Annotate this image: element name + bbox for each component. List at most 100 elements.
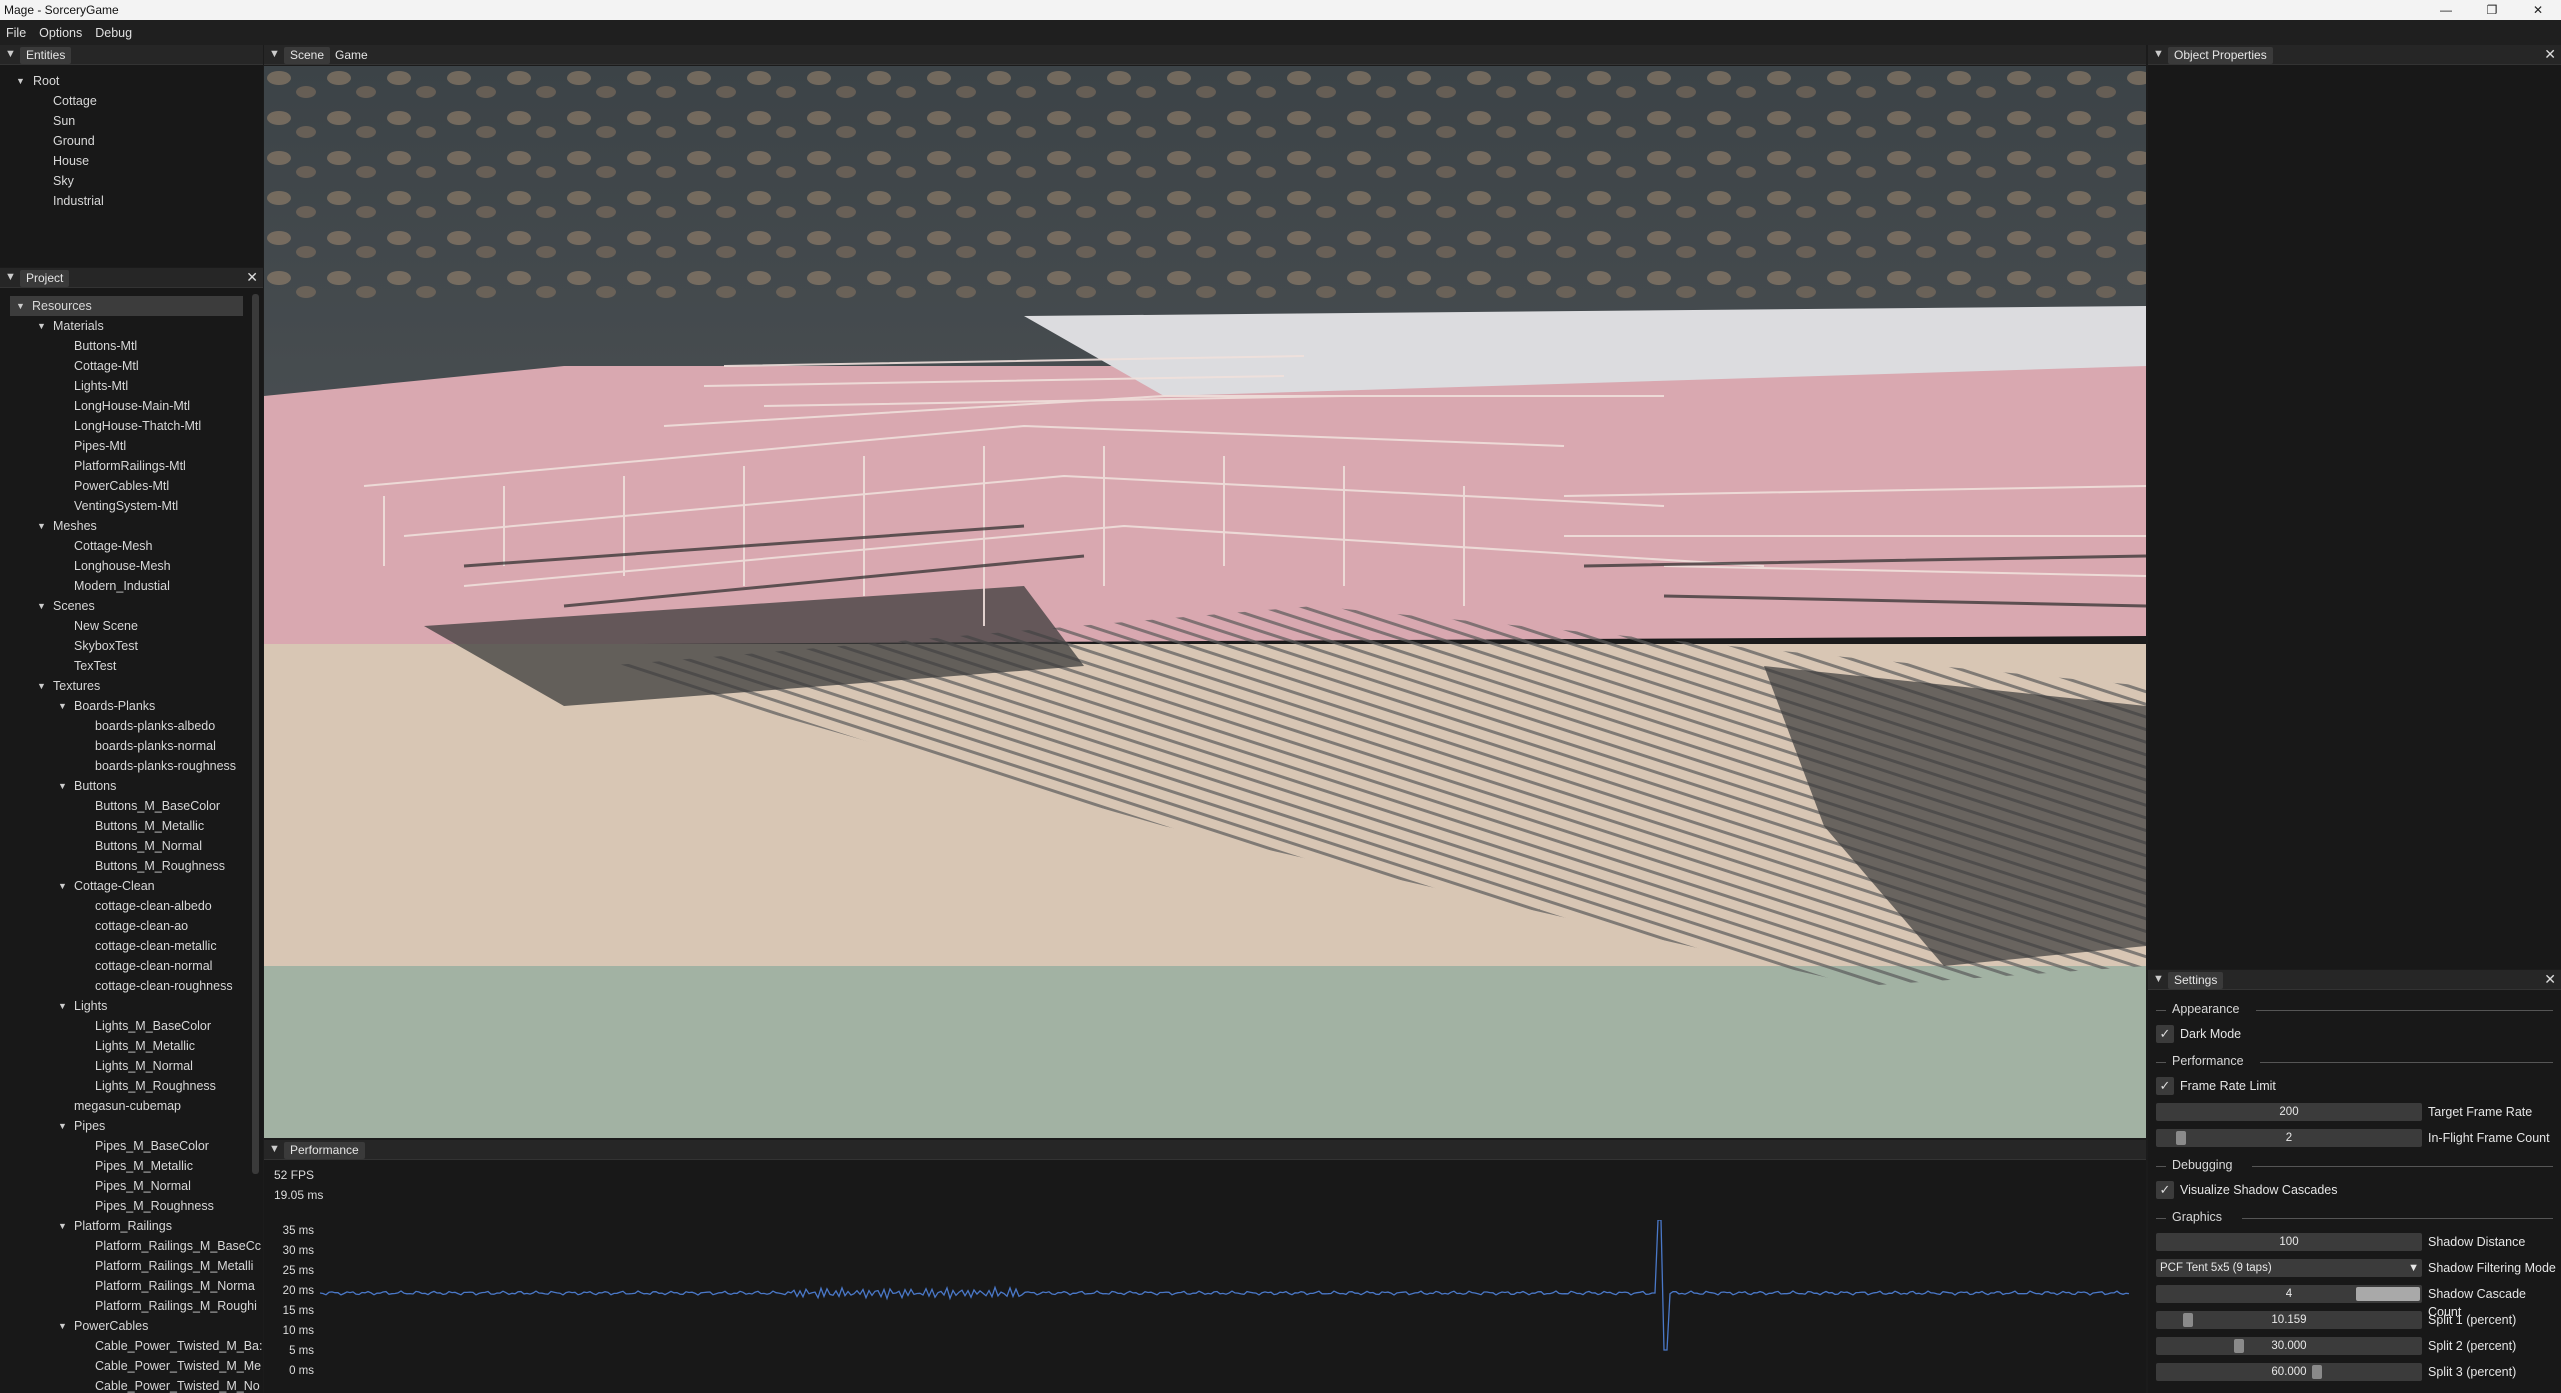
in-flight-frame-count-slider[interactable]: 2 [2156, 1129, 2422, 1147]
expand-arrow-icon[interactable]: ▼ [37, 516, 46, 536]
tree-folder[interactable]: ▼ Platform_Railings [0, 1216, 263, 1236]
tree-item[interactable]: LongHouse-Thatch-Mtl [0, 416, 263, 436]
entity-item[interactable]: House [0, 151, 263, 171]
panel-collapse-icon[interactable]: ▼ [2153, 48, 2164, 60]
tree-folder[interactable]: ▼ Boards-Planks [0, 696, 263, 716]
tree-item[interactable]: Platform_Railings_M_Roughi [0, 1296, 263, 1316]
shadow-cascade-count-slider[interactable]: 4 [2156, 1285, 2422, 1303]
tree-folder[interactable]: ▼ Meshes [0, 516, 263, 536]
tab-entities[interactable]: Entities [20, 47, 72, 64]
tree-folder[interactable]: ▼ Pipes [0, 1116, 263, 1136]
menu-options[interactable]: Options [39, 26, 82, 40]
shadow-distance-slider[interactable]: 100 [2156, 1233, 2422, 1251]
tree-item[interactable]: PlatformRailings-Mtl [0, 456, 263, 476]
tree-item[interactable]: Cottage-Mtl [0, 356, 263, 376]
panel-collapse-icon[interactable]: ▼ [2153, 973, 2164, 985]
tree-item[interactable]: Lights_M_BaseColor [0, 1016, 263, 1036]
target-frame-rate-slider[interactable]: 200 [2156, 1103, 2422, 1121]
tab-project[interactable]: Project [20, 270, 70, 287]
frame-rate-limit-checkbox[interactable]: ✓ [2156, 1077, 2174, 1095]
tree-item[interactable]: Pipes_M_Normal [0, 1176, 263, 1196]
tree-item[interactable]: Buttons_M_Normal [0, 836, 263, 856]
tree-item[interactable]: Pipes_M_BaseColor [0, 1136, 263, 1156]
tree-folder[interactable]: ▼ PowerCables [0, 1316, 263, 1336]
tab-settings[interactable]: Settings [2168, 972, 2224, 989]
tree-item[interactable]: Buttons_M_Roughness [0, 856, 263, 876]
expand-arrow-icon[interactable]: ▼ [58, 696, 67, 716]
tree-item[interactable]: Lights-Mtl [0, 376, 263, 396]
panel-collapse-icon[interactable]: ▼ [5, 271, 16, 283]
tree-item[interactable]: Lights_M_Roughness [0, 1076, 263, 1096]
tab-object-properties[interactable]: Object Properties [2168, 47, 2273, 64]
tree-item[interactable]: TexTest [0, 656, 263, 676]
close-icon[interactable]: ✕ [2544, 971, 2556, 988]
tree-item[interactable]: SkyboxTest [0, 636, 263, 656]
tree-item[interactable]: Cable_Power_Twisted_M_No [0, 1376, 263, 1393]
shadow-filtering-mode-select[interactable]: PCF Tent 5x5 (9 taps) ▼ [2156, 1259, 2422, 1277]
tree-item[interactable]: Modern_Industial [0, 576, 263, 596]
visualize-shadow-cascades-checkbox[interactable]: ✓ [2156, 1181, 2174, 1199]
tree-item[interactable]: cottage-clean-roughness [0, 976, 263, 996]
entity-item[interactable]: Industrial [0, 191, 263, 211]
tree-item[interactable]: megasun-cubemap [0, 1096, 263, 1116]
tree-folder[interactable]: ▼ Buttons [0, 776, 263, 796]
tab-scene[interactable]: Scene [284, 47, 331, 64]
tree-folder[interactable]: ▼ Scenes [0, 596, 263, 616]
tree-item[interactable]: cottage-clean-metallic [0, 936, 263, 956]
close-icon[interactable]: ✕ [2544, 46, 2556, 63]
expand-arrow-icon[interactable]: ▼ [58, 996, 67, 1016]
tree-item[interactable]: Cottage-Mesh [0, 536, 263, 556]
panel-collapse-icon[interactable]: ▼ [269, 1143, 280, 1155]
project-scrollbar[interactable] [252, 294, 259, 1174]
slider-grab[interactable] [2234, 1339, 2244, 1353]
chevron-down-icon[interactable]: ▼ [2408, 1259, 2419, 1277]
menu-debug[interactable]: Debug [95, 26, 132, 40]
slider-grab[interactable] [2356, 1287, 2420, 1301]
slider-grab[interactable] [2176, 1131, 2186, 1145]
tree-folder[interactable]: ▼ Materials [0, 316, 263, 336]
tree-item[interactable]: cottage-clean-ao [0, 916, 263, 936]
tree-item[interactable]: Cable_Power_Twisted_M_Me [0, 1356, 263, 1376]
tree-item[interactable]: Platform_Railings_M_BaseCc [0, 1236, 263, 1256]
tree-item[interactable]: Cable_Power_Twisted_M_Ba: [0, 1336, 263, 1356]
entity-item[interactable]: Ground [0, 131, 263, 151]
restore-icon[interactable]: ❐ [2469, 0, 2515, 20]
tab-performance[interactable]: Performance [284, 1142, 365, 1159]
tree-folder[interactable]: ▼ Resources [10, 296, 243, 316]
tree-item[interactable]: boards-planks-roughness [0, 756, 263, 776]
expand-arrow-icon[interactable]: ▼ [58, 776, 67, 796]
tree-item[interactable]: Longhouse-Mesh [0, 556, 263, 576]
tree-item[interactable]: LongHouse-Main-Mtl [0, 396, 263, 416]
panel-collapse-icon[interactable]: ▼ [269, 48, 280, 60]
minimize-icon[interactable]: — [2423, 0, 2469, 20]
tree-item[interactable]: New Scene [0, 616, 263, 636]
expand-arrow-icon[interactable]: ▼ [58, 1116, 67, 1136]
tree-item[interactable]: boards-planks-normal [0, 736, 263, 756]
split1-slider[interactable]: 10.159 [2156, 1311, 2422, 1329]
expand-arrow-icon[interactable]: ▼ [37, 316, 46, 336]
tree-item[interactable]: PowerCables-Mtl [0, 476, 263, 496]
tree-item[interactable]: Lights_M_Normal [0, 1056, 263, 1076]
tree-item[interactable]: Pipes-Mtl [0, 436, 263, 456]
expand-arrow-icon[interactable]: ▼ [58, 1316, 67, 1336]
tree-folder[interactable]: ▼ Cottage-Clean [0, 876, 263, 896]
expand-arrow-icon[interactable]: ▼ [37, 676, 46, 696]
slider-grab[interactable] [2183, 1313, 2193, 1327]
close-icon[interactable]: ✕ [246, 269, 258, 286]
close-window-icon[interactable]: ✕ [2515, 0, 2561, 20]
tree-item[interactable]: Pipes_M_Metallic [0, 1156, 263, 1176]
tab-game[interactable]: Game [329, 47, 374, 64]
entity-item[interactable]: Sky [0, 171, 263, 191]
tree-item[interactable]: Platform_Railings_M_Metalli [0, 1256, 263, 1276]
tree-item[interactable]: cottage-clean-normal [0, 956, 263, 976]
expand-arrow-icon[interactable]: ▼ [58, 876, 67, 896]
tree-item[interactable]: Buttons-Mtl [0, 336, 263, 356]
tree-folder[interactable]: ▼ Textures [0, 676, 263, 696]
split2-slider[interactable]: 30.000 [2156, 1337, 2422, 1355]
tree-item[interactable]: boards-planks-albedo [0, 716, 263, 736]
expand-arrow-icon[interactable]: ▼ [16, 71, 25, 91]
entity-item[interactable]: Sun [0, 111, 263, 131]
expand-arrow-icon[interactable]: ▼ [16, 296, 25, 316]
tree-item[interactable]: VentingSystem-Mtl [0, 496, 263, 516]
dark-mode-checkbox[interactable]: ✓ [2156, 1025, 2174, 1043]
